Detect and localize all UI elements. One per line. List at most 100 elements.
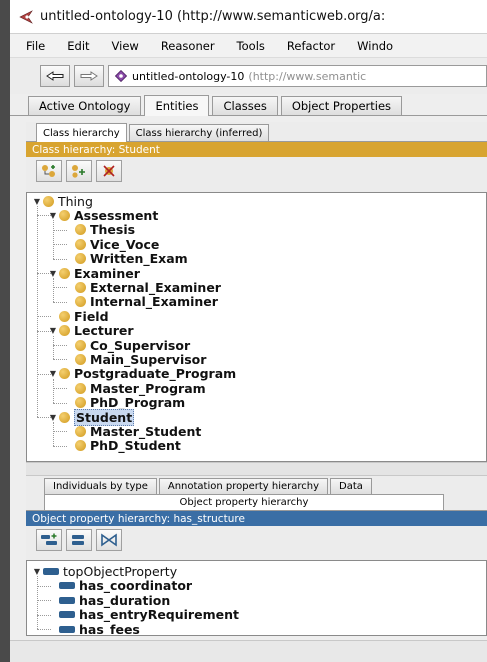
tree-node-label: Master_Program [90, 380, 206, 396]
expand-triangle-icon[interactable]: ▼ [49, 413, 57, 422]
arrow-right-icon [80, 71, 98, 81]
tab-classes[interactable]: Classes [212, 96, 278, 115]
menu-reasoner[interactable]: Reasoner [161, 39, 215, 53]
menu-window[interactable]: Windo [357, 39, 393, 53]
expand-triangle-icon[interactable]: ▼ [49, 326, 57, 335]
class-hierarchy-tabs: Class hierarchy Class hierarchy (inferre… [26, 122, 487, 142]
expand-triangle-icon[interactable]: ▼ [49, 369, 57, 378]
panel-splitter[interactable] [26, 462, 487, 476]
window-title: untitled-ontology-10 (http://www.semanti… [40, 9, 386, 24]
class-tree-node[interactable]: Vice_Voce [65, 236, 160, 252]
menu-bar: File Edit View Reasoner Tools Refactor W… [10, 34, 487, 58]
menu-file[interactable]: File [26, 39, 45, 53]
tab-class-hierarchy[interactable]: Class hierarchy [36, 123, 127, 142]
tree-node-label: Co_Supervisor [90, 337, 191, 353]
tab-data-property[interactable]: Data [330, 478, 372, 494]
tab-active-ontology[interactable]: Active Ontology [28, 96, 142, 115]
class-tree-node[interactable]: PhD_Program [65, 395, 185, 410]
menu-refactor[interactable]: Refactor [287, 39, 335, 53]
property-tabs-row2: Object property hierarchy [26, 494, 487, 511]
tab-entities[interactable]: Entities [144, 95, 210, 116]
class-circle-icon [75, 224, 86, 236]
ontology-diamond-icon [115, 70, 127, 82]
tree-node-label: Internal_Examiner [90, 294, 218, 310]
property-tree-node[interactable]: has_duration [49, 592, 171, 608]
property-tree-node[interactable]: has_entryRequirement [49, 607, 239, 622]
class-circle-icon [59, 368, 70, 380]
class-tree-node[interactable]: External_Examiner [65, 279, 221, 295]
add-subproperty-icon [41, 533, 57, 545]
class-circle-icon [59, 209, 70, 221]
expand-triangle-icon[interactable]: ▼ [49, 211, 57, 220]
class-tree-node[interactable]: ▼ Postgraduate_Program [49, 366, 236, 381]
property-tree-node[interactable]: has_coordinator [49, 578, 193, 594]
expand-triangle-icon[interactable]: ▼ [33, 567, 41, 576]
object-property-tree[interactable]: ▼ topObjectProperty has_coordinator has_dur… [26, 560, 487, 636]
add-subproperty-button[interactable] [36, 529, 62, 551]
tree-node-label: Assessment [74, 207, 159, 223]
class-tree-node[interactable]: Written_Exam [65, 251, 188, 266]
class-tree-node[interactable]: ▼ Examiner [49, 265, 140, 281]
property-tree-node[interactable]: ▼ topObjectProperty [33, 564, 177, 579]
class-tree-node[interactable]: Internal_Examiner [65, 294, 218, 310]
class-tree-node[interactable]: PhD_Student [65, 438, 181, 454]
menu-view[interactable]: View [112, 39, 139, 53]
add-subclass-button[interactable] [36, 160, 62, 182]
tree-node-label: External_Examiner [90, 279, 221, 295]
menu-edit[interactable]: Edit [67, 39, 89, 53]
class-tree-node[interactable]: Master_Program [65, 380, 206, 396]
delete-property-button[interactable] [96, 529, 122, 551]
class-circle-icon [59, 325, 70, 337]
delete-property-icon [101, 533, 117, 547]
window-left-frame [0, 0, 10, 662]
class-circle-icon [75, 440, 86, 452]
class-tree-node[interactable]: ▼ Assessment [49, 207, 159, 223]
tree-node-label: Master_Student [90, 423, 202, 439]
tab-object-properties[interactable]: Object Properties [280, 96, 403, 115]
class-circle-icon [75, 382, 86, 394]
class-tree-node[interactable]: Field [49, 308, 109, 324]
class-tree-node[interactable]: ▼ Student [49, 408, 135, 426]
class-tree-node[interactable]: ▼ Lecturer [49, 323, 134, 338]
tree-connector [53, 335, 54, 360]
menu-tools[interactable]: Tools [237, 39, 265, 53]
class-circle-icon [75, 253, 86, 265]
expand-triangle-icon[interactable]: ▼ [33, 197, 41, 206]
class-tree-node[interactable]: Co_Supervisor [65, 337, 191, 353]
expand-triangle-icon[interactable]: ▼ [49, 269, 57, 278]
property-button-row [26, 526, 487, 554]
class-tree[interactable]: ▼ Thing ▼ Assessment Thesis Vice_Voce Written_… [26, 192, 487, 462]
tab-annotation-property-hierarchy[interactable]: Annotation property hierarchy [158, 478, 329, 494]
tab-class-hierarchy-inferred[interactable]: Class hierarchy (inferred) [128, 124, 270, 141]
tree-node-label: Vice_Voce [90, 236, 160, 252]
class-tree-node[interactable]: ▼ Thing [33, 194, 93, 209]
property-tree-node[interactable]: has_fees [49, 622, 140, 635]
delete-class-icon [103, 165, 115, 177]
ontology-name: untitled-ontology-10 [132, 69, 245, 83]
add-sibling-class-button[interactable] [66, 160, 92, 182]
tree-node-label: has_coordinator [79, 578, 193, 594]
class-circle-icon [75, 238, 86, 250]
back-button[interactable] [40, 65, 70, 87]
tree-node-label: Thesis [90, 222, 136, 238]
forward-button[interactable] [74, 65, 104, 87]
class-circle-icon [59, 411, 70, 423]
tree-node-label: Field [74, 308, 109, 324]
object-property-header: Object property hierarchy: has_structure [26, 511, 487, 526]
class-tree-node[interactable]: Main_Supervisor [65, 352, 206, 367]
class-tree-node[interactable]: Master_Student [65, 423, 202, 439]
object-property-icon [43, 567, 59, 575]
tab-object-property-hierarchy[interactable]: Object property hierarchy [44, 494, 444, 510]
tree-node-label: Examiner [74, 265, 140, 281]
class-circle-icon [75, 353, 86, 365]
tree-connector [53, 278, 54, 302]
add-sibling-property-button[interactable] [66, 529, 92, 551]
ontology-address-field[interactable]: untitled-ontology-10 (http://www.semanti… [108, 65, 487, 87]
class-tree-node[interactable]: Thesis [65, 222, 136, 238]
add-sibling-class-icon [72, 165, 85, 178]
delete-class-button[interactable] [96, 160, 122, 182]
tab-individuals-by-type[interactable]: Individuals by type [44, 478, 157, 494]
tree-node-label: PhD_Student [90, 438, 181, 454]
tree-node-label: has_duration [79, 592, 171, 608]
class-circle-icon [75, 339, 86, 351]
